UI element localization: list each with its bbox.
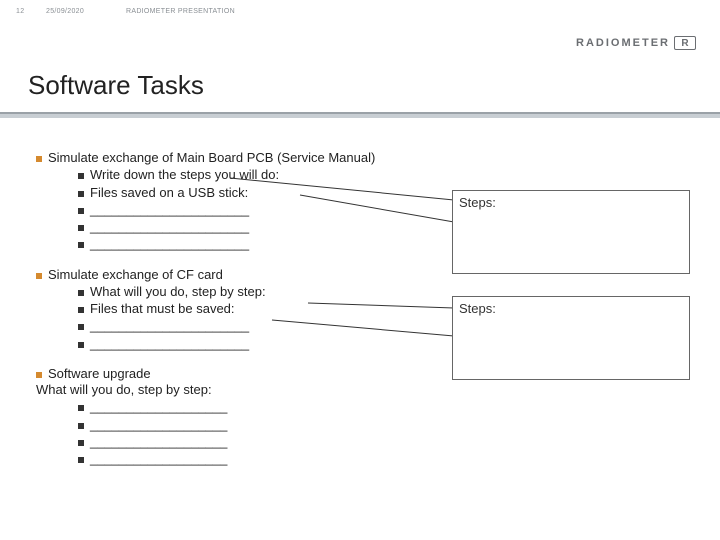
bullet-icon [78,290,84,296]
deck-title: RADIOMETER PRESENTATION [126,8,235,15]
brand-name: RADIOMETER [576,37,670,49]
task-sub-row: ___________________ [78,451,696,467]
brand-logo: RADIOMETER R [576,36,696,50]
blank-line: ___________________ [90,399,227,415]
bullet-icon [78,405,84,411]
bullet-icon [36,273,42,279]
blank-line: ______________________ [90,202,249,218]
blank-line: ______________________ [90,219,249,235]
task-sub-row: ___________________ [78,434,696,450]
bullet-icon [78,173,84,179]
task-sub: Files saved on a USB stick: [90,185,248,201]
blank-line: ______________________ [90,236,249,252]
task-sub-row: Write down the steps you will do: [78,167,696,183]
task-block: Software upgrade What will you do, step … [36,366,696,468]
task-heading: Simulate exchange of Main Board PCB (Ser… [48,150,375,166]
blank-line: ___________________ [90,451,227,467]
slide-date: 25/09/2020 [46,8,84,15]
task-sub-row: ___________________ [78,417,696,433]
bullet-icon [78,225,84,231]
task-sub: What will you do, step by step: [90,284,266,300]
task-sub-row: ___________________ [78,399,696,415]
page-number: 12 [16,8,24,15]
task-sub: Files that must be saved: [90,301,235,317]
steps-label: Steps: [459,301,496,316]
brand-mark-icon: R [674,36,696,50]
steps-label: Steps: [459,195,496,210]
blank-line: ___________________ [90,417,227,433]
page-title: Software Tasks [28,70,204,101]
task-heading-row: Simulate exchange of Main Board PCB (Ser… [36,150,696,166]
task-continuation: What will you do, step by step: [36,382,696,398]
bullet-icon [36,372,42,378]
bullet-icon [78,324,84,330]
blank-line: ______________________ [90,318,249,334]
bullet-icon [78,307,84,313]
bullet-icon [78,423,84,429]
bullet-icon [78,440,84,446]
slide-header: 12 25/09/2020 RADIOMETER PRESENTATION [16,8,704,18]
bullet-icon [78,457,84,463]
steps-box: Steps: [452,190,690,274]
steps-box: Steps: [452,296,690,380]
bullet-icon [78,191,84,197]
task-heading: Software upgrade [48,366,151,382]
bullet-icon [78,208,84,214]
blank-line: ___________________ [90,434,227,450]
bullet-icon [78,242,84,248]
title-rule [0,112,720,118]
task-sub: Write down the steps you will do: [90,167,279,183]
blank-line: ______________________ [90,336,249,352]
bullet-icon [78,342,84,348]
task-heading: Simulate exchange of CF card [48,267,223,283]
bullet-icon [36,156,42,162]
